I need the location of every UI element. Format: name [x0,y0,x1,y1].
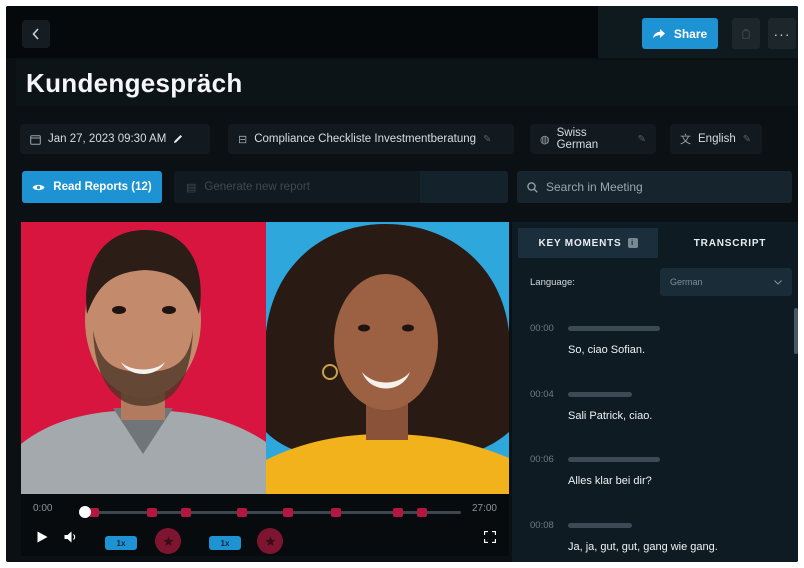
edit-translation-icon: ✎ [742,133,752,145]
share-button[interactable]: Share [642,18,718,49]
key-moment-marker[interactable] [393,508,403,517]
delete-button[interactable] [732,18,760,49]
transcript-timestamp: 00:08 [530,520,554,531]
edit-language-icon: ✎ [637,133,646,145]
audio-language: Swiss German [556,127,599,151]
key-moment-marker[interactable] [417,508,427,517]
transcript-text: Ja, ja, gut, gut, gang wie gang. [568,541,718,553]
share-button-label: Share [673,26,708,41]
meeting-search-input[interactable]: Search in Meeting [517,171,792,203]
translate-icon: 文 [680,134,691,146]
fullscreen-icon [484,531,496,543]
transcript-entry[interactable]: 00:00 So, ciao Sofian. [512,323,792,383]
video-controls: 0:00 27:00 1x 1x [21,494,509,556]
meeting-app: Share ··· Kundengespräch Jan 27, 2023 09… [6,6,798,562]
star-icon [265,536,275,546]
total-time: 27:00 [471,503,497,514]
checklist-chip[interactable]: ⊟ Compliance Checkliste Investmentberatu… [228,124,514,154]
calendar-icon [30,134,41,145]
page-title: Kundengespräch [26,68,243,98]
video-participant-right [266,222,509,494]
transcript-text: So, ciao Sofian. [568,344,646,356]
tab-transcript[interactable]: TRANSCRIPT [662,228,798,258]
speed-button[interactable]: 1x [105,536,137,550]
speaker-name-redacted [568,457,660,462]
transcript-timestamp: 00:06 [530,454,554,465]
transcript-scrollbar[interactable] [794,308,798,354]
translation-language: English [698,133,736,145]
document-icon: ▤ [186,181,197,194]
tab-transcript-label: TRANSCRIPT [693,237,767,249]
language-select[interactable]: German [660,268,792,296]
search-icon [527,181,538,193]
volume-icon [64,531,76,543]
play-icon [37,531,47,543]
more-dots-icon: ··· [773,25,791,42]
key-moment-marker[interactable] [237,508,247,517]
audio-language-chip[interactable]: ◍ Swiss German ✎ [530,124,656,154]
generate-report-label: Generate new report [204,181,310,193]
back-button[interactable] [22,20,50,48]
speed-button[interactable]: 1x [209,536,241,550]
favorite-moment-button[interactable] [155,528,181,554]
key-moment-marker[interactable] [147,508,157,517]
read-reports-label: Read Reports (12) [53,181,152,193]
participant-man-image [21,222,266,494]
key-moment-marker[interactable] [181,508,191,517]
chevron-left-icon [32,28,39,40]
meeting-date: Jan 27, 2023 09:30 AM [48,133,167,145]
progress-thumb[interactable] [79,506,91,518]
read-reports-button[interactable]: Read Reports (12) [22,171,162,203]
key-moment-marker[interactable] [331,508,341,517]
tab-key-moments-label: KEY MOMENTS [538,237,622,249]
progress-track[interactable] [81,511,461,514]
language-select-value: German [670,277,703,287]
edit-checklist-icon: ✎ [483,133,492,145]
globe-icon: ◍ [540,133,550,146]
date-chip[interactable]: Jan 27, 2023 09:30 AM [20,124,210,154]
transcript-entry[interactable]: 00:06 Alles klar bei dir? [512,454,792,514]
transcript-timestamp: 00:04 [530,389,554,400]
key-moment-marker[interactable] [283,508,293,517]
fullscreen-button[interactable] [483,530,497,544]
transcript-entry[interactable]: 00:04 Sali Patrick, ciao. [512,389,792,449]
share-arrow-icon [652,28,665,38]
chevron-down-icon [774,279,782,285]
speaker-name-redacted [568,392,632,397]
video-frame[interactable] [21,222,509,494]
video-participant-left [21,222,266,494]
favorite-moment-button[interactable] [257,528,283,554]
info-icon: i [627,238,638,248]
language-label: Language: [530,277,575,288]
checklist-name: Compliance Checkliste Investmentberatung [254,133,477,145]
transcript-entry[interactable]: 00:08 Ja, ja, gut, gut, gang wie gang. [512,520,792,562]
search-placeholder: Search in Meeting [546,180,643,194]
volume-button[interactable] [63,530,79,544]
more-options-button[interactable]: ··· [768,18,796,49]
transcript-timestamp: 00:00 [530,323,554,334]
translation-language-chip[interactable]: 文 English ✎ [670,124,762,154]
star-icon [163,536,173,546]
play-button[interactable] [35,530,49,544]
speaker-name-redacted [568,326,660,331]
transcript-text: Sali Patrick, ciao. [568,410,653,422]
checklist-icon: ⊟ [238,133,248,146]
pencil-icon [174,135,183,143]
tab-key-moments[interactable]: KEY MOMENTS i [518,228,658,258]
current-time: 0:00 [33,503,53,514]
side-panel: KEY MOMENTS i TRANSCRIPT Language: Germa… [512,222,798,562]
speaker-name-redacted [568,523,632,528]
participant-woman-image [266,222,509,494]
eye-icon [32,184,45,190]
generate-report-highlight [420,171,508,203]
trash-icon [742,28,750,39]
generate-report-button[interactable]: ▤ Generate new report [174,171,508,203]
transcript-text: Alles klar bei dir? [568,475,652,487]
